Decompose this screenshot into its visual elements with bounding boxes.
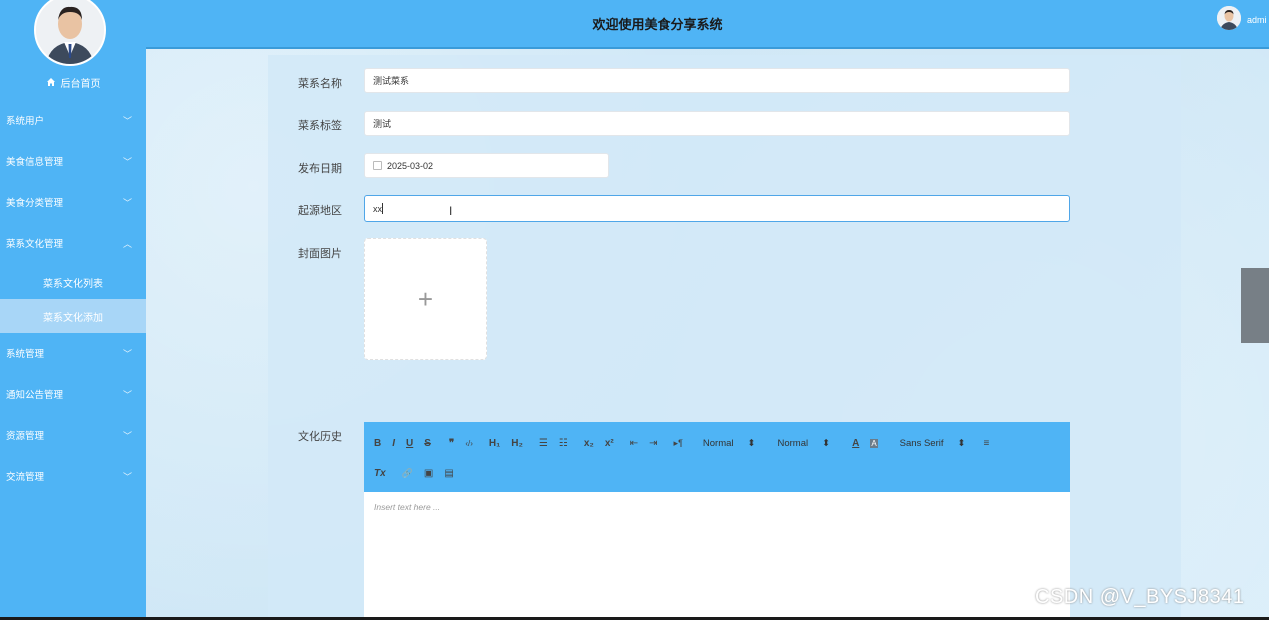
- sidebar-subitem-culture-add[interactable]: 菜系文化添加: [0, 299, 146, 333]
- subscript-button[interactable]: x₂: [584, 438, 594, 449]
- sidebar-subitem-label: 菜系文化添加: [43, 312, 103, 324]
- history-label: 文化历史: [298, 431, 342, 443]
- align-button[interactable]: ≡: [983, 438, 989, 449]
- tag-label: 菜系标签: [298, 120, 342, 132]
- sidebar-item-label: 系统用户: [6, 116, 45, 127]
- sidebar-subitem-label: 菜系文化列表: [43, 278, 103, 290]
- date-value: 2025-03-02: [387, 160, 434, 171]
- username[interactable]: admi: [1247, 15, 1267, 25]
- chevron-up-icon: ︿: [122, 238, 132, 249]
- heading1-button[interactable]: H₁: [489, 438, 500, 449]
- outdent-button[interactable]: ⇤: [630, 438, 638, 449]
- sidebar-item-cuisine-culture[interactable]: 菜系文化管理 ︿: [0, 223, 146, 263]
- sidebar-item-system-users[interactable]: 系统用户 ﹀: [0, 100, 146, 140]
- date-label: 发布日期: [298, 163, 342, 175]
- sidebar: 后台首页 系统用户 ﹀ 美食信息管理 ﹀ 美食分类管理 ﹀ 菜系文化管理 ︿ 菜…: [0, 0, 146, 617]
- text-caret: [382, 203, 383, 214]
- chevron-down-icon: ﹀: [122, 348, 132, 359]
- origin-label: 起源地区: [298, 205, 342, 217]
- tag-input[interactable]: 测试: [364, 111, 1070, 136]
- plus-icon: +: [417, 283, 434, 314]
- code-block-button[interactable]: ‹/›: [465, 439, 473, 448]
- select-arrow-icon: ⬍: [957, 437, 966, 449]
- tag-input-value: 测试: [373, 119, 392, 129]
- chevron-down-icon: ﹀: [122, 389, 132, 400]
- size-select-1-value: Normal: [702, 437, 734, 449]
- toolbar-row-1: B I U S ❞ ‹/› H₁ H₂ ☰ ☷ x₂ x² ⇤ ⇥ ▸¶ Nor…: [374, 433, 1000, 453]
- image-button[interactable]: ▣: [424, 468, 433, 479]
- origin-input[interactable]: xx: [364, 195, 1070, 222]
- heading2-button[interactable]: H₂: [511, 438, 523, 449]
- origin-input-value: xx: [373, 203, 382, 214]
- sidebar-item-food-info[interactable]: 美食信息管理 ﹀: [0, 141, 146, 181]
- indent-button[interactable]: ⇥: [649, 438, 657, 449]
- user-avatar[interactable]: [1217, 6, 1241, 30]
- sidebar-item-label: 美食分类管理: [6, 198, 64, 209]
- toolbar-row-2: Tx 🔗 ▣ ▤: [374, 463, 465, 483]
- sidebar-item-notice[interactable]: 通知公告管理 ﹀: [0, 374, 146, 414]
- bold-button[interactable]: B: [374, 438, 381, 449]
- editor-placeholder: Insert text here ...: [374, 502, 441, 512]
- name-input-value: 测试菜系: [373, 76, 410, 86]
- sidebar-home-link[interactable]: 后台首页: [0, 73, 146, 91]
- sidebar-item-label: 系统管理: [6, 349, 45, 360]
- sidebar-subitem-culture-list[interactable]: 菜系文化列表: [0, 265, 146, 299]
- calendar-icon: [373, 161, 382, 170]
- sidebar-item-label: 交流管理: [6, 472, 45, 483]
- video-button[interactable]: ▤: [444, 468, 453, 479]
- name-label: 菜系名称: [298, 78, 342, 90]
- sidebar-item-label: 通知公告管理: [6, 390, 64, 401]
- cover-label: 封面图片: [298, 248, 342, 260]
- sidebar-item-label: 资源管理: [6, 431, 45, 442]
- sidebar-item-system-manage[interactable]: 系统管理 ﹀: [0, 333, 146, 373]
- page-title: 欢迎使用美食分享系统: [592, 17, 723, 32]
- sidebar-item-food-category[interactable]: 美食分类管理 ﹀: [0, 182, 146, 222]
- sidebar-home-label: 后台首页: [60, 78, 101, 90]
- underline-button[interactable]: U: [406, 438, 413, 449]
- avatar[interactable]: [34, 0, 106, 66]
- editor-content-area[interactable]: Insert text here ...: [364, 492, 1070, 617]
- select-arrow-icon: ⬍: [822, 437, 831, 449]
- sidebar-item-communication[interactable]: 交流管理 ﹀: [0, 456, 146, 496]
- cover-upload-box[interactable]: +: [364, 238, 487, 360]
- strike-button[interactable]: S: [424, 438, 431, 449]
- chevron-down-icon: ﹀: [122, 115, 132, 126]
- blockquote-button[interactable]: ❞: [449, 438, 454, 449]
- sidebar-item-label: 菜系文化管理: [6, 239, 64, 250]
- font-family-value: Sans Serif: [899, 437, 944, 449]
- bullet-list-button[interactable]: ☷: [559, 438, 568, 449]
- chevron-down-icon: ﹀: [122, 197, 132, 208]
- font-family-select[interactable]: Sans Serif ⬍: [900, 438, 966, 449]
- size-select-2-value: Normal: [777, 437, 809, 449]
- side-floating-tab[interactable]: [1241, 268, 1269, 343]
- chevron-down-icon: ﹀: [122, 430, 132, 441]
- chevron-down-icon: ﹀: [122, 471, 132, 482]
- editor-toolbar: B I U S ❞ ‹/› H₁ H₂ ☰ ☷ x₂ x² ⇤ ⇥ ▸¶ Nor…: [364, 422, 1070, 492]
- size-select-1[interactable]: Normal ⬍: [703, 438, 756, 449]
- sidebar-item-resources[interactable]: 资源管理 ﹀: [0, 415, 146, 455]
- italic-button[interactable]: I: [392, 438, 395, 449]
- clear-format-button[interactable]: Tx: [374, 468, 386, 479]
- date-picker[interactable]: 2025-03-02: [364, 153, 609, 178]
- mouse-ibeam-cursor: I: [449, 204, 453, 218]
- link-button[interactable]: 🔗: [402, 468, 413, 479]
- home-icon: [46, 78, 55, 86]
- name-input[interactable]: 测试菜系: [364, 68, 1070, 93]
- sidebar-item-label: 美食信息管理: [6, 157, 64, 168]
- background-color-button[interactable]: A: [870, 438, 878, 448]
- watermark: CSDN @V_BYSJ8341: [1035, 586, 1245, 608]
- font-color-button[interactable]: A: [852, 438, 859, 449]
- text-direction-button[interactable]: ▸¶: [674, 438, 683, 449]
- chevron-down-icon: ﹀: [122, 156, 132, 167]
- top-header: 欢迎使用美食分享系统 admi: [146, 0, 1269, 49]
- ordered-list-button[interactable]: ☰: [539, 438, 548, 449]
- superscript-button[interactable]: x²: [605, 438, 614, 449]
- select-arrow-icon: ⬍: [747, 437, 756, 449]
- size-select-2[interactable]: Normal ⬍: [778, 438, 831, 449]
